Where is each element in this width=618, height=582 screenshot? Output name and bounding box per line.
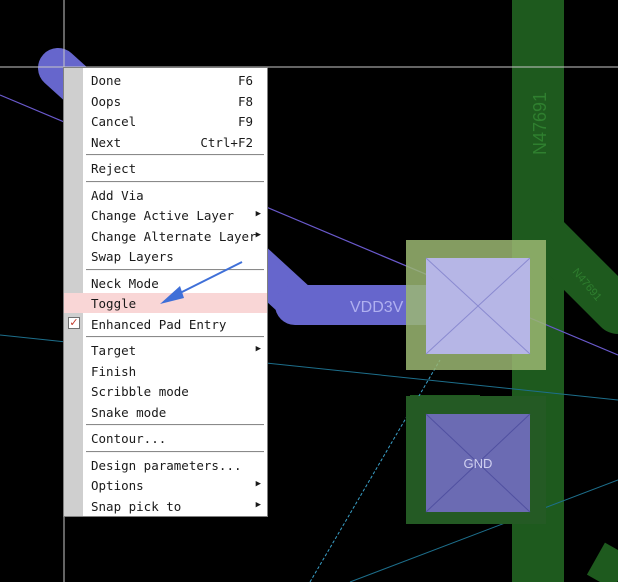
menu-separator xyxy=(86,154,264,156)
chevron-right-icon: ▶ xyxy=(255,209,261,219)
menu-separator xyxy=(86,336,264,338)
menu-item-label: Cancel xyxy=(91,114,137,129)
menu-item-options[interactable]: Options ▶ xyxy=(64,475,267,495)
menu-separator xyxy=(86,424,264,426)
menu-item-shortcut: Ctrl+F2 xyxy=(200,134,253,150)
menu-item-label: Oops xyxy=(91,93,122,109)
menu-item-shortcut: F9 xyxy=(237,114,253,129)
menu-item-enhanced-pad-entry[interactable]: ✓ Enhanced Pad Entry xyxy=(64,314,267,334)
menu-item-label: Scribble mode xyxy=(91,384,189,399)
blue-arrow-icon xyxy=(160,261,243,304)
menu-item-label: Finish xyxy=(91,363,137,379)
menu-item-label: Enhanced Pad Entry xyxy=(91,316,227,332)
chevron-right-icon: ▶ xyxy=(255,229,261,240)
menu-item-label: Neck Mode xyxy=(91,275,159,291)
menu-item-label: Change Active Layer xyxy=(91,208,234,223)
menu-item-add-via[interactable]: Add Via xyxy=(64,185,267,205)
menu-item-done[interactable]: Done F6 xyxy=(64,70,267,90)
menu-item-reject[interactable]: Reject xyxy=(64,158,267,178)
menu-item-label: Next xyxy=(91,134,122,150)
menu-item-scribble-mode[interactable]: Scribble mode xyxy=(64,381,267,401)
menu-item-finish[interactable]: Finish xyxy=(64,361,267,381)
menu-item-target[interactable]: Target ▶ xyxy=(64,340,267,360)
menu-item-shortcut: F8 xyxy=(237,93,253,109)
chevron-right-icon: ▶ xyxy=(255,499,261,510)
menu-item-next[interactable]: Next Ctrl+F2 xyxy=(64,132,267,152)
pad-vdd3v[interactable] xyxy=(406,240,546,370)
menu-item-label: Reject xyxy=(91,161,137,176)
menu-item-label: Snake mode xyxy=(91,404,167,420)
menu-item-label: Add Via xyxy=(91,187,144,203)
chevron-right-icon: ▶ xyxy=(255,479,261,489)
menu-item-label: Done xyxy=(91,73,122,88)
checkbox-checked-icon: ✓ xyxy=(68,315,80,329)
menu-item-contour[interactable]: Contour... xyxy=(64,428,267,448)
menu-item-label: Target xyxy=(91,343,137,358)
menu-item-snap-pick-to[interactable]: Snap pick to ▶ xyxy=(64,496,267,516)
net-label-n47691-vertical: N47691 xyxy=(530,92,550,155)
menu-item-label: Change Alternate Layer xyxy=(91,228,257,244)
menu-item-shortcut: F6 xyxy=(237,73,253,88)
menu-item-design-parameters[interactable]: Design parameters... xyxy=(64,455,267,475)
menu-item-change-alternate-layer[interactable]: Change Alternate Layer ▶ xyxy=(64,226,267,246)
menu-separator xyxy=(86,450,264,453)
menu-item-change-active-layer[interactable]: Change Active Layer ▶ xyxy=(64,205,267,225)
menu-item-label: Options xyxy=(91,478,144,493)
menu-item-oops[interactable]: Oops F8 xyxy=(64,91,267,111)
menu-item-snake-mode[interactable]: Snake mode xyxy=(64,402,267,422)
menu-item-cancel[interactable]: Cancel F9 xyxy=(64,111,267,131)
net-label-gnd: GND xyxy=(464,456,493,471)
menu-item-label: Snap pick to xyxy=(91,498,182,514)
menu-separator xyxy=(86,180,264,183)
net-label-vdd3v: VDD3V xyxy=(350,299,404,316)
chevron-right-icon: ▶ xyxy=(255,344,261,354)
menu-item-label: Contour... xyxy=(91,431,167,446)
menu-item-label: Toggle xyxy=(91,296,137,311)
menu-item-label: Design parameters... xyxy=(91,457,242,473)
